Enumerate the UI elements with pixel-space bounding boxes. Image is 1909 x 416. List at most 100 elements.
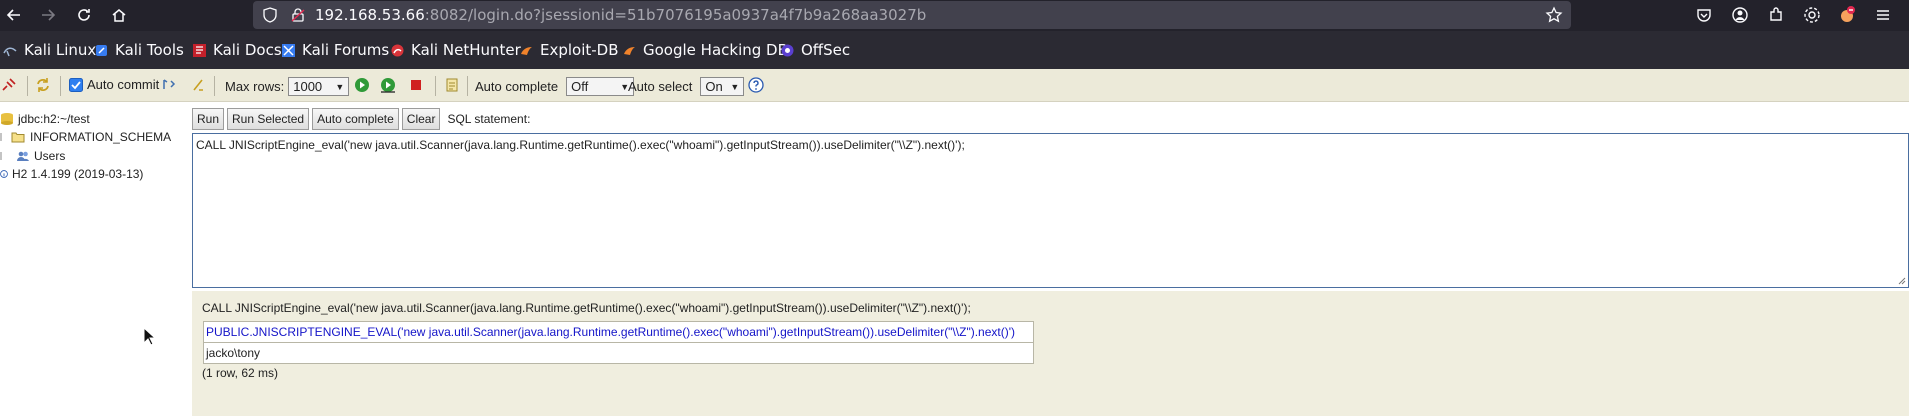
- resize-grip-icon[interactable]: [1896, 275, 1906, 285]
- result-header-row: PUBLIC.JNISCRIPTENGINE_EVAL('new java.ut…: [203, 321, 1034, 343]
- chevron-down-icon: ▼: [730, 81, 740, 92]
- run-button[interactable]: Run: [192, 108, 225, 130]
- bookmark-kali-linux[interactable]: Kali Linux: [3, 41, 96, 59]
- bookmark-google-hacking-db[interactable]: Google Hacking DB: [622, 41, 788, 59]
- toolbar-separator: [435, 76, 436, 96]
- history-icon[interactable]: [444, 77, 460, 93]
- home-icon[interactable]: [107, 3, 131, 27]
- commit-icon[interactable]: [190, 77, 206, 93]
- auto-complete-label: Auto complete: [475, 79, 559, 94]
- menu-hamburger-icon[interactable]: [1874, 6, 1892, 24]
- bookmark-label: Kali Docs: [213, 41, 282, 59]
- sql-statement-label: SQL statement:: [447, 112, 531, 126]
- result-column-header[interactable]: PUBLIC.JNISCRIPTENGINE_EVAL('new java.ut…: [203, 321, 1034, 343]
- tracking-shield-icon[interactable]: [262, 7, 278, 23]
- toolbar-separator: [60, 76, 61, 96]
- bookmark-kali-tools[interactable]: Kali Tools: [94, 41, 184, 59]
- auto-complete-select[interactable]: Off ▼: [566, 77, 635, 96]
- result-table: PUBLIC.JNISCRIPTENGINE_EVAL('new java.ut…: [203, 321, 1034, 364]
- auto-commit-checkbox[interactable]: [69, 77, 83, 92]
- auto-commit-control[interactable]: Auto commit: [69, 77, 159, 92]
- max-rows-value: 1000: [293, 79, 323, 94]
- mouse-pointer-icon: [143, 327, 155, 346]
- url-host: 192.168.53.66: [315, 6, 425, 24]
- refresh-icon[interactable]: [35, 77, 51, 93]
- tree-information-schema[interactable]: INFORMATION_SCHEMA: [0, 130, 171, 144]
- sql-panel: Run Run Selected Auto complete Clear SQL…: [192, 102, 1909, 416]
- pocket-icon[interactable]: [1695, 6, 1713, 24]
- toolbar-separator: [27, 76, 28, 96]
- run-selected-icon[interactable]: [380, 77, 396, 93]
- sql-editor[interactable]: CALL JNIScriptEngine_eval('new java.util…: [192, 133, 1909, 288]
- reload-icon[interactable]: [72, 3, 96, 27]
- bookmark-label: Kali Forums: [302, 41, 390, 59]
- bookmark-star-icon[interactable]: [1545, 6, 1563, 24]
- url-path: :8082/login.do?jsessionid=51b7076195a093…: [424, 6, 927, 24]
- toolbar-separator: [467, 76, 468, 96]
- bookmarks-bar: Kali Linux Kali Tools Kali Docs Kali For…: [0, 31, 1909, 69]
- database-icon: [1, 113, 13, 125]
- toolbar-separator: [214, 76, 215, 96]
- tree-users[interactable]: Users: [0, 149, 65, 163]
- clear-button[interactable]: Clear: [401, 108, 441, 130]
- url-bar[interactable]: 192.168.53.66:8082/login.do?jsessionid=5…: [253, 1, 1571, 29]
- users-label: Users: [34, 149, 66, 163]
- result-summary: (1 row, 62 ms): [202, 366, 279, 380]
- kali-tools-icon: [96, 44, 107, 56]
- bookmark-label: OffSec: [801, 41, 851, 59]
- bookmark-kali-forums[interactable]: Kali Forums: [281, 41, 389, 59]
- kali-forums-icon: [282, 43, 295, 57]
- kali-docs-icon: [193, 43, 206, 57]
- table-row: jacko\tony: [203, 342, 1034, 364]
- info-icon: [0, 170, 8, 178]
- auto-complete-value: Off: [571, 79, 589, 94]
- connection-label: jdbc:h2:~/test: [18, 112, 90, 126]
- chevron-down-icon: ▼: [335, 81, 345, 92]
- h2-console-toolbar: Auto commit Max rows: 1000 ▼ Auto complet…: [0, 69, 1909, 102]
- auto-select-label: Auto select: [628, 79, 693, 94]
- version-label: H2 1.4.199 (2019-03-13): [12, 167, 144, 181]
- run-selected-button[interactable]: Run Selected: [227, 108, 310, 130]
- result-statement: CALL JNIScriptEngine_eval('new java.util…: [202, 301, 971, 315]
- settings-gear-icon[interactable]: [1803, 6, 1821, 24]
- profile-badge-icon[interactable]: [1838, 6, 1856, 24]
- extensions-icon[interactable]: [1767, 6, 1785, 24]
- bookmark-kali-nethunter[interactable]: Kali NetHunter: [390, 41, 521, 59]
- bookmark-label: Kali NetHunter: [411, 41, 521, 59]
- sql-button-row: Run Run Selected Auto complete Clear SQL…: [192, 107, 530, 131]
- run-play-icon[interactable]: [354, 77, 370, 93]
- max-rows-control: Max rows: 1000 ▼: [225, 77, 350, 96]
- tree-connection[interactable]: jdbc:h2:~/test: [0, 112, 90, 126]
- bookmark-label: Google Hacking DB: [643, 41, 788, 59]
- tree-expander-icon[interactable]: [0, 150, 6, 162]
- url-text[interactable]: 192.168.53.66:8082/login.do?jsessionid=5…: [315, 6, 926, 24]
- exploit-db-icon: [521, 46, 532, 55]
- forward-arrow-icon[interactable]: [36, 3, 60, 27]
- help-icon[interactable]: [748, 77, 764, 93]
- rollback-icon[interactable]: [161, 77, 177, 93]
- folder-icon: [11, 132, 25, 143]
- bookmark-label: Kali Linux: [24, 41, 97, 59]
- browser-nav-bar: 192.168.53.66:8082/login.do?jsessionid=5…: [0, 0, 1909, 31]
- insecure-lock-icon[interactable]: [290, 7, 306, 23]
- offsec-icon: [781, 44, 794, 56]
- bookmark-kali-docs[interactable]: Kali Docs: [192, 41, 282, 59]
- tree-version: H2 1.4.199 (2019-03-13): [0, 167, 143, 181]
- schema-label: INFORMATION_SCHEMA: [30, 130, 172, 144]
- account-icon[interactable]: [1731, 6, 1749, 24]
- back-arrow-icon[interactable]: [2, 3, 26, 27]
- stop-icon[interactable]: [408, 77, 424, 93]
- auto-select-select[interactable]: On ▼: [700, 77, 745, 96]
- disconnect-icon[interactable]: [1, 77, 17, 93]
- auto-complete-button[interactable]: Auto complete: [312, 108, 399, 130]
- bookmark-exploit-db[interactable]: Exploit-DB: [519, 41, 619, 59]
- bookmark-label: Kali Tools: [115, 41, 184, 59]
- result-cell: jacko\tony: [203, 342, 1034, 364]
- tree-expander-icon[interactable]: [0, 131, 6, 143]
- bookmark-offsec[interactable]: OffSec: [780, 41, 850, 59]
- results-panel: CALL JNIScriptEngine_eval('new java.util…: [192, 291, 1909, 416]
- max-rows-select[interactable]: 1000 ▼: [288, 77, 350, 96]
- sql-editor-text: CALL JNIScriptEngine_eval('new java.util…: [196, 138, 965, 152]
- database-tree: jdbc:h2:~/test INFORMATION_SCHEMA Users …: [0, 102, 192, 416]
- nethunter-icon: [391, 44, 404, 56]
